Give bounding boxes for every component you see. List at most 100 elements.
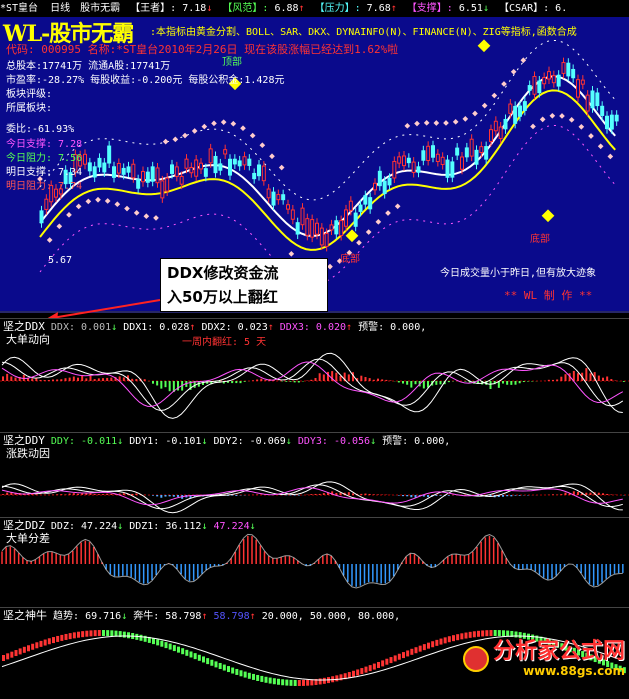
ddy-panel[interactable]: 坚之DDY DDY: -0.011↓ DDY1: -0.101↓ DDY2: -…: [0, 432, 629, 517]
candle-body: [267, 189, 270, 198]
stock-name: *ST皇台: [0, 3, 38, 14]
info-sector: 所属板块:: [6, 99, 52, 114]
ddz-title: 坚之DDZ: [3, 519, 45, 532]
today-resistance: 今日阻力: 7.56: [6, 149, 82, 164]
histogram-bar: [135, 494, 137, 495]
candle-body: [456, 148, 459, 155]
histogram-bar: [123, 493, 125, 495]
trend-ribbon-segment: [498, 630, 501, 636]
signal-diamond: [478, 39, 491, 52]
sar-marker: [240, 125, 246, 131]
histogram-bar: [177, 381, 179, 390]
trend-ribbon-segment: [469, 632, 472, 638]
histogram-bar: [398, 381, 400, 382]
candle-body: [388, 178, 391, 184]
candle-body: [470, 139, 473, 156]
candle-body: [113, 167, 116, 178]
candle-body: [465, 148, 468, 157]
candle-body: [359, 205, 362, 211]
trend-ribbon-segment: [490, 630, 493, 636]
sar-marker: [376, 219, 382, 225]
indicator-description: :本指标由黄金分割、BOLL、SAR、DKX、DYNAINFO(N)、FINAN…: [150, 23, 577, 38]
candle-body: [383, 181, 386, 193]
histogram-bar: [552, 380, 554, 381]
histogram-bar: [410, 495, 412, 497]
candle-body: [340, 221, 343, 236]
trend-ribbon-segment: [152, 638, 155, 644]
info-pe-ratio: 市盈率:-28.27% 每股收益:-0.200元 每股公积金:1.428元: [6, 71, 284, 86]
candle-body: [538, 81, 541, 93]
trend-ribbon-segment: [23, 647, 26, 653]
sar-marker: [569, 117, 575, 123]
histogram-bar: [506, 495, 508, 496]
volume-notice: 今日成交量小于昨日,但有放大迹象: [440, 264, 596, 279]
histogram-bar: [106, 378, 108, 381]
tomorrow-resistance: 明日阻力: 7.74: [6, 177, 82, 192]
trend-ribbon-segment: [235, 669, 238, 675]
candle-body: [185, 159, 188, 168]
candle-body: [151, 167, 154, 181]
histogram-bar: [94, 379, 96, 381]
histogram-bar: [598, 493, 600, 495]
histogram-bar: [577, 492, 579, 495]
trend-ribbon-segment: [202, 656, 205, 662]
histogram-bar: [98, 378, 100, 381]
sar-marker: [86, 199, 92, 205]
histogram-bar: [590, 493, 592, 495]
histogram-bar: [110, 494, 112, 495]
trend-ribbon-segment: [323, 678, 326, 684]
candle-body: [262, 166, 265, 181]
candle-body: [258, 165, 261, 176]
sar-marker: [144, 213, 150, 219]
trend-ribbon-segment: [2, 655, 5, 661]
candle-body: [485, 147, 488, 160]
sar-marker: [231, 121, 237, 127]
candle-body: [552, 76, 555, 83]
shenniu-title: 坚之神牛: [3, 609, 47, 622]
histogram-bar: [573, 371, 575, 381]
histogram-bar: [523, 381, 525, 382]
trend-ribbon-segment: [415, 647, 418, 653]
ddz-panel[interactable]: 坚之DDZ DDZ: 47.224↓ DDZ1: 36.112↓ 47.224↓…: [0, 517, 629, 607]
candle-body: [567, 63, 570, 76]
signal-diamond: [542, 209, 555, 222]
trend-ribbon-segment: [181, 648, 184, 654]
sar-marker: [47, 237, 53, 243]
trend-ribbon-segment: [110, 630, 113, 636]
trend-ribbon-segment: [390, 657, 393, 663]
candle-body: [214, 156, 217, 172]
trend-ribbon-segment: [73, 632, 76, 638]
trend-ribbon-segment: [310, 679, 313, 685]
trend-ribbon-segment: [240, 670, 243, 676]
ddy3-value: DDY3: -0.056↓: [298, 436, 376, 447]
candle-body: [103, 163, 106, 172]
indicator-name: 股市无霸: [80, 3, 120, 14]
candle-body: [572, 69, 575, 77]
histogram-bar: [565, 493, 567, 495]
ddy-title: 坚之DDY: [3, 434, 45, 447]
period-label[interactable]: 日线: [50, 3, 70, 14]
trend-ribbon-segment: [194, 653, 197, 659]
trend-ribbon-segment: [319, 678, 322, 684]
sar-marker: [579, 124, 585, 130]
histogram-bar: [165, 381, 167, 387]
candle-body: [84, 154, 87, 164]
ddx-panel[interactable]: 坚之DDX DDX: 0.001↓ DDX1: 0.028↑ DDX2: 0.0…: [0, 318, 629, 432]
histogram-bar: [290, 381, 292, 382]
trend-ribbon-segment: [502, 630, 505, 636]
trend-ribbon-segment: [244, 672, 247, 678]
candle-body: [499, 127, 502, 138]
trend-ribbon-segment: [394, 655, 397, 661]
trend-ribbon-segment: [127, 632, 130, 638]
histogram-bar: [435, 495, 437, 496]
trend-ribbon-segment: [169, 644, 172, 650]
histogram-bar: [577, 373, 579, 381]
trend-ribbon-segment: [473, 631, 476, 637]
trend-ribbon-segment: [10, 652, 13, 658]
sar-marker: [124, 206, 130, 212]
sar-marker: [250, 133, 256, 139]
sar-marker: [414, 121, 420, 127]
histogram-bar: [448, 381, 450, 382]
candle-body: [345, 210, 348, 226]
sar-marker: [105, 198, 111, 204]
